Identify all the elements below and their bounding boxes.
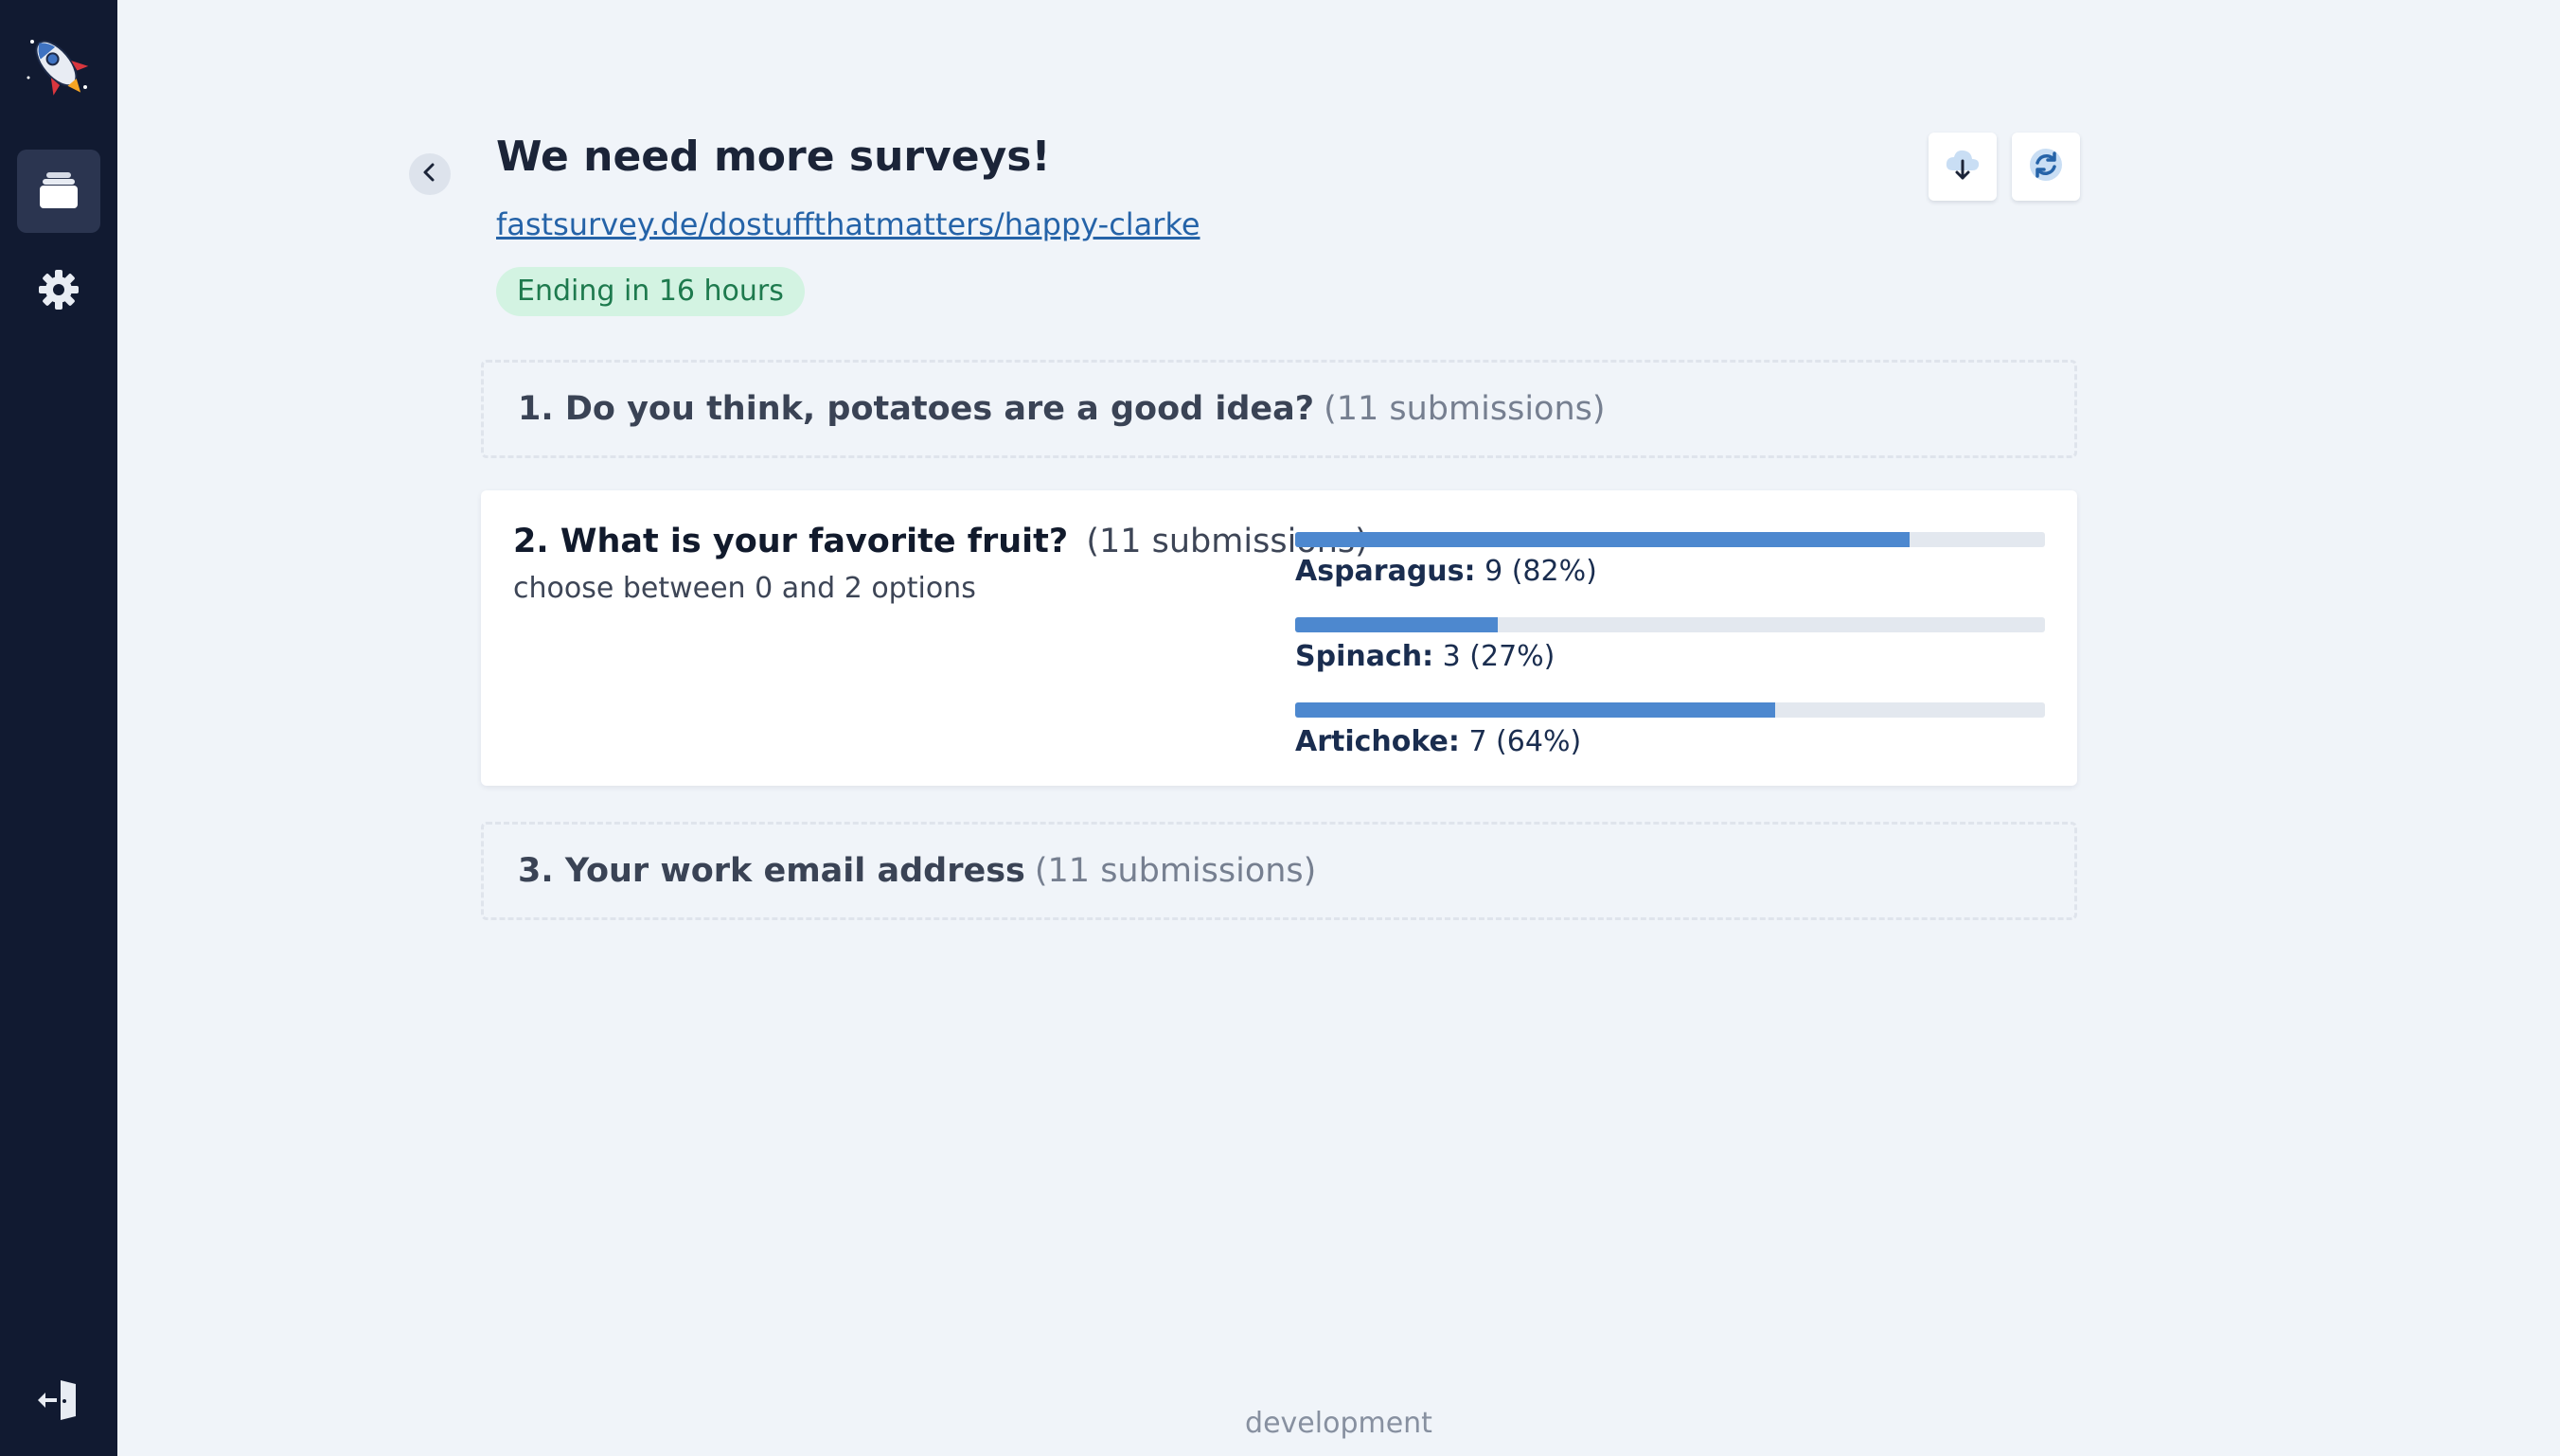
result-spinach: Spinach: 3 (27%) — [1295, 617, 2045, 673]
surveys-stack-icon — [36, 167, 81, 216]
question-card-2: 2. What is your favorite fruit? (11 subm… — [481, 490, 2077, 786]
rocket-logo-icon[interactable] — [21, 28, 97, 104]
environment-label: development — [1245, 1407, 1432, 1440]
submission-count: (11 submissions) — [1324, 390, 1606, 428]
question-hint: choose between 0 and 2 options — [513, 572, 976, 605]
option-stat: 7 (64%) — [1468, 725, 1582, 758]
result-bar-fill — [1295, 617, 1498, 632]
page-title: We need more surveys! — [496, 133, 1051, 181]
cloud-download-icon — [1944, 146, 1982, 187]
question-title: 2. What is your favorite fruit? — [513, 523, 1069, 560]
logout-button[interactable] — [32, 1373, 85, 1426]
result-bar-track — [1295, 702, 2045, 718]
option-stat: 9 (82%) — [1484, 555, 1597, 588]
survey-link[interactable]: fastsurvey.de/dostuffthatmatters/happy-c… — [496, 206, 1200, 242]
main-content: We need more surveys! fastsurvey.de/dost… — [117, 0, 2560, 1456]
option-stat: 3 (27%) — [1442, 640, 1556, 673]
result-bar-fill — [1295, 702, 1775, 718]
submission-count: (11 submissions) — [1034, 852, 1317, 890]
result-bar-track — [1295, 532, 2045, 547]
result-label: Spinach: 3 (27%) — [1295, 640, 2045, 673]
download-button[interactable] — [1929, 133, 1997, 201]
question-title: 1. Do you think, potatoes are a good ide… — [518, 390, 1315, 428]
option-name: Asparagus: — [1295, 555, 1476, 588]
back-button[interactable] — [409, 153, 451, 195]
logout-icon — [32, 1380, 85, 1429]
option-name: Spinach: — [1295, 640, 1434, 673]
refresh-button[interactable] — [2012, 133, 2080, 201]
chevron-left-icon — [419, 162, 440, 186]
sidebar — [0, 0, 117, 1456]
option-name: Artichoke: — [1295, 725, 1460, 758]
question-card-1[interactable]: 1. Do you think, potatoes are a good ide… — [481, 360, 2077, 458]
nav-surveys[interactable] — [17, 150, 100, 233]
nav-settings[interactable] — [17, 250, 100, 333]
result-bar-track — [1295, 617, 2045, 632]
result-label: Artichoke: 7 (64%) — [1295, 725, 2045, 758]
question-card-3[interactable]: 3. Your work email address (11 submissio… — [481, 822, 2077, 920]
refresh-icon — [2027, 146, 2065, 187]
question-header: 2. What is your favorite fruit? (11 subm… — [513, 523, 1368, 560]
result-artichoke: Artichoke: 7 (64%) — [1295, 702, 2045, 758]
status-badge: Ending in 16 hours — [496, 267, 805, 316]
result-label: Asparagus: 9 (82%) — [1295, 555, 2045, 588]
question-title: 3. Your work email address — [518, 852, 1025, 890]
result-asparagus: Asparagus: 9 (82%) — [1295, 532, 2045, 588]
result-bar-fill — [1295, 532, 1911, 547]
gear-icon — [37, 268, 80, 315]
